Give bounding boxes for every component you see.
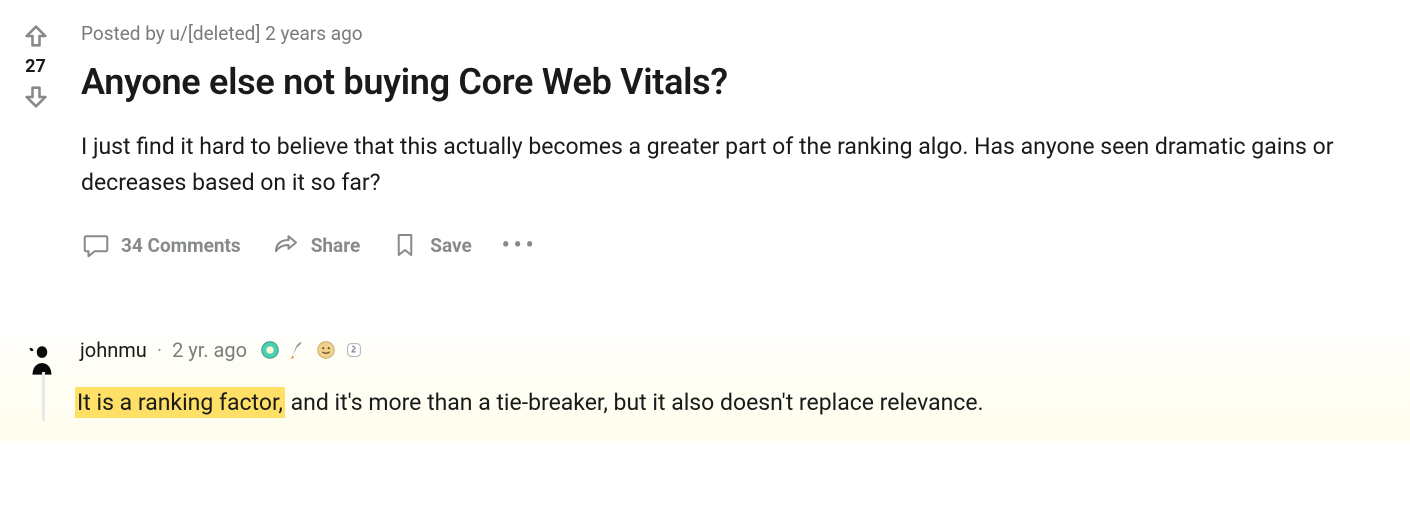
post-body: I just find it hard to believe that this…: [81, 129, 1398, 200]
comment: johnmu · 2 yr. ago It is a rankin: [0, 332, 1410, 441]
share-label: Share: [311, 234, 361, 257]
comments-button[interactable]: 34 Comments: [81, 230, 241, 260]
comment-body: It is a ranking factor, and it's more th…: [75, 372, 1410, 421]
post-title: Anyone else not buying Core Web Vitals?: [81, 61, 1398, 103]
comment-author[interactable]: johnmu: [80, 338, 147, 362]
award-wholesome-icon[interactable]: [259, 339, 281, 361]
award-silver-icon[interactable]: [343, 339, 365, 361]
save-label: Save: [430, 234, 472, 257]
comment-content: johnmu · 2 yr. ago It is a rankin: [72, 338, 1410, 421]
bookmark-icon: [390, 230, 420, 260]
downvote-icon[interactable]: [22, 83, 50, 111]
award-hug-icon[interactable]: [315, 339, 337, 361]
post: 27 Posted by u/[deleted] 2 years ago Any…: [0, 0, 1410, 260]
share-button[interactable]: Share: [271, 230, 361, 260]
comment-highlight: It is a ranking factor,: [75, 387, 285, 418]
award-rocket-icon[interactable]: [287, 339, 309, 361]
comment-rest: and it's more than a tie-breaker, but it…: [285, 389, 984, 416]
vote-column: 27: [8, 10, 63, 260]
comment-separator: ·: [157, 338, 162, 362]
post-age: 2 years ago: [265, 22, 362, 45]
post-content: Posted by u/[deleted] 2 years ago Anyone…: [63, 10, 1410, 260]
post-score: 27: [25, 56, 46, 77]
byline-prefix: Posted by: [81, 22, 170, 45]
post-byline: Posted by u/[deleted] 2 years ago: [81, 22, 1398, 45]
share-icon: [271, 230, 301, 260]
save-button[interactable]: Save: [390, 230, 472, 260]
post-author[interactable]: u/[deleted]: [170, 22, 261, 45]
comment-header: johnmu · 2 yr. ago: [80, 338, 1410, 362]
post-actions: 34 Comments Share Save •••: [81, 230, 1398, 260]
more-button[interactable]: •••: [502, 233, 538, 258]
comment-icon: [81, 230, 111, 260]
comments-label: 34 Comments: [121, 234, 241, 257]
upvote-icon[interactable]: [22, 22, 50, 50]
comment-age: 2 yr. ago: [172, 338, 247, 362]
thread-line: It is a ranking factor, and it's more th…: [42, 372, 1410, 421]
award-badges: [259, 339, 365, 361]
